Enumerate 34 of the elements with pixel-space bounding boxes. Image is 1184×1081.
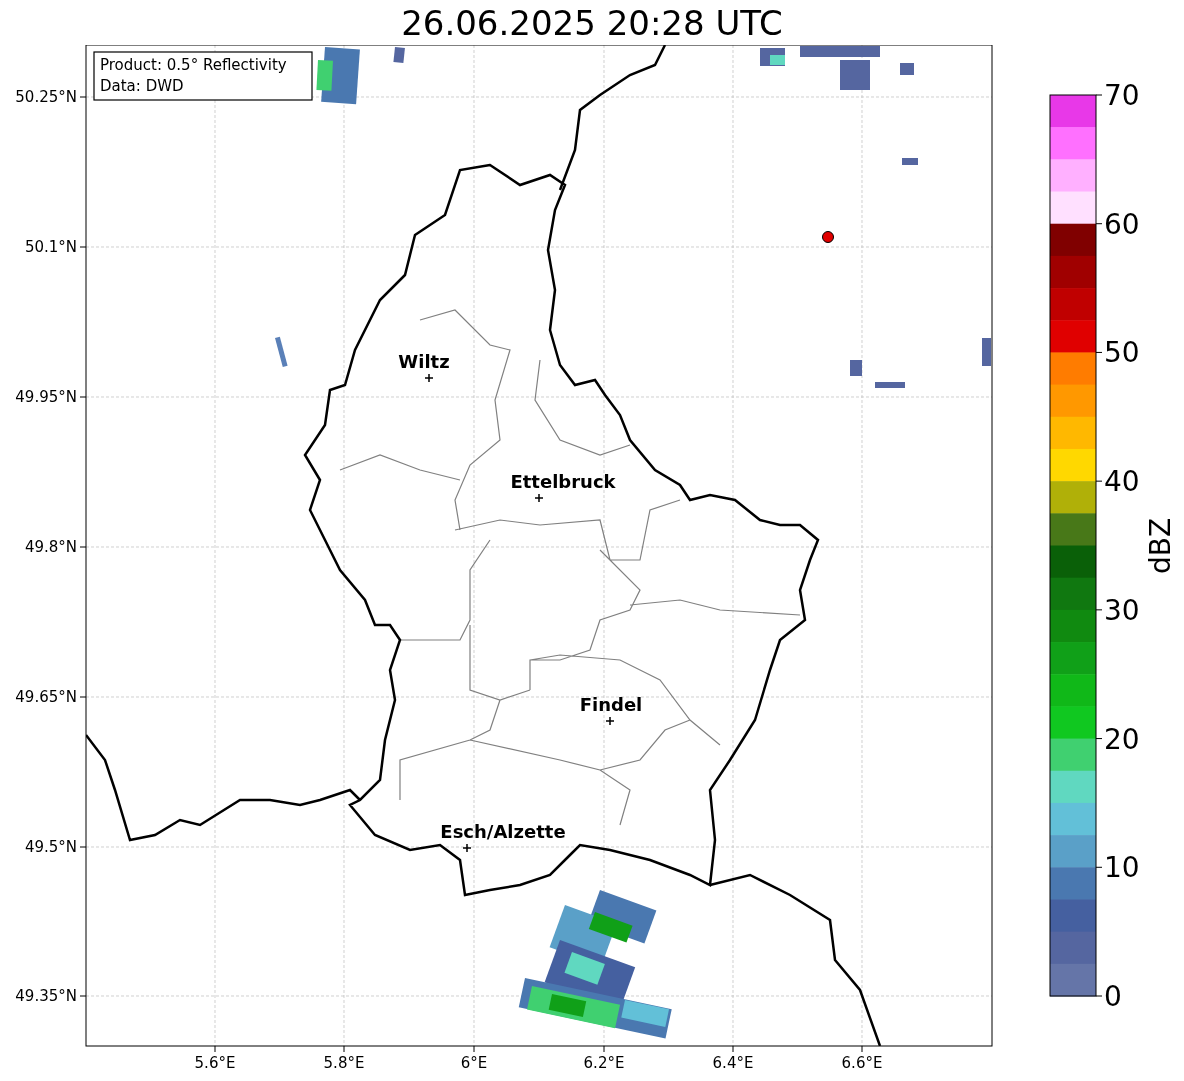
tick-label: 6.6°E [841,1054,883,1072]
info-text: Data: DWD [100,77,184,95]
city-label: Esch/Alzette [440,821,566,842]
tick-label: 49.65°N [15,688,77,706]
tick-label: 50.1°N [24,238,77,256]
tick-label: 6.2°E [583,1054,625,1072]
chart-title: 26.06.2025 20:28 UTC [400,5,784,40]
tick-label: 5.6°E [194,1054,236,1072]
info-text: Product: 0.5° Reflectivity [100,56,287,74]
colorbar-tick-label: 70 [1104,79,1140,112]
colorbar-label: dBZ [1144,517,1177,575]
tick-label: 50.25°N [15,88,77,106]
city-label: Ettelbruck [510,471,616,492]
colorbar-tick-label: 50 [1104,336,1140,370]
city-marker [605,716,615,726]
colorbar-tick-label: 30 [1104,593,1140,627]
tick-label: 49.8°N [24,538,77,556]
tick-label: 49.35°N [15,987,77,1005]
tick-label: 49.95°N [15,388,77,406]
tick-label: 6°E [460,1054,488,1072]
city-label: Wiltz [398,351,450,372]
tick-label: 49.5°N [24,838,77,856]
location-dot [822,231,834,243]
colorbar-tick-label: 60 [1104,207,1140,241]
tick-label: 5.8°E [323,1054,365,1072]
city-marker [534,493,544,503]
city-marker [424,373,434,383]
tick-label: 6.4°E [712,1054,754,1072]
colorbar-tick-label: 0 [1104,980,1122,1013]
colorbar-tick-label: 20 [1104,722,1140,756]
colorbar-tick-label: 40 [1104,465,1140,499]
colorbar-tick-label: 10 [1104,851,1140,885]
city-marker [462,843,472,853]
city-label: Findel [579,694,643,715]
